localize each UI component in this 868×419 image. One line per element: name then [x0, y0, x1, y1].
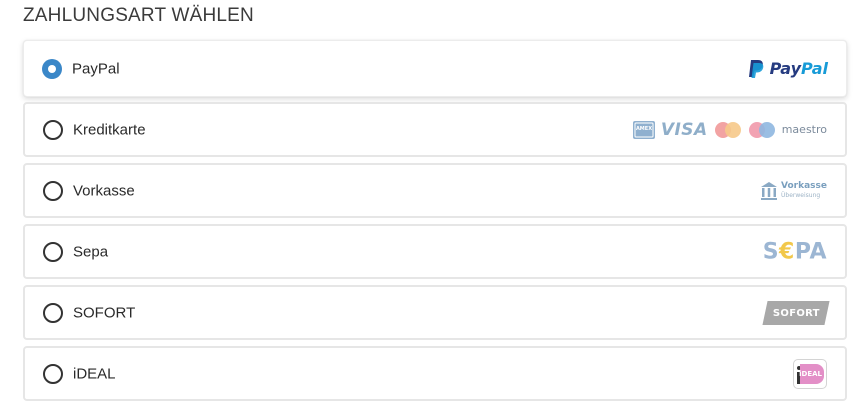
section-title: ZAHLUNGSART WÄHLEN — [23, 5, 254, 26]
sofort-badge: SOFORT — [762, 300, 830, 325]
payment-method-section: ZAHLUNGSART WÄHLEN PayPal PayPal Kreditk… — [0, 0, 868, 419]
payment-option-label: Kreditkarte — [73, 121, 146, 138]
radio-paypal[interactable] — [42, 58, 62, 79]
payment-option-ideal[interactable]: iDEAL iDEAL — [23, 346, 847, 401]
paypal-wordmark-pay: Pay — [769, 59, 802, 78]
paypal-logo: PayPal — [748, 59, 828, 79]
vorkasse-wordmark-sub: Überweisung — [781, 191, 821, 199]
radio-sepa[interactable] — [43, 241, 63, 262]
maestro-wordmark: maestro — [781, 123, 827, 136]
vorkasse-wordmark-main: Vorkasse — [781, 180, 827, 191]
vorkasse-logo: Vorkasse Überweisung — [760, 181, 827, 201]
payment-option-label: SOFORT — [73, 304, 136, 321]
sepa-logo: S€PA — [763, 239, 827, 264]
payment-option-sofort[interactable]: SOFORT SOFORT — [23, 285, 847, 340]
radio-ideal[interactable] — [43, 363, 63, 384]
credit-card-logos: AMEX VISA maestro — [632, 119, 827, 140]
sepa-letters-pa: PA — [794, 239, 827, 264]
payment-option-kreditkarte[interactable]: Kreditkarte AMEX VISA maestro — [23, 102, 847, 157]
visa-icon: VISA — [660, 119, 708, 140]
amex-icon: AMEX — [632, 120, 655, 139]
radio-sofort[interactable] — [43, 302, 63, 323]
mastercard-icon — [714, 121, 741, 138]
payment-option-sepa[interactable]: Sepa S€PA — [23, 224, 847, 279]
payment-option-label: Sepa — [73, 243, 109, 260]
sepa-euro-sign: € — [779, 239, 795, 264]
paypal-wordmark: PayPal — [770, 59, 828, 78]
payment-option-vorkasse[interactable]: Vorkasse Vorkasse Überweisung — [23, 163, 847, 218]
payment-option-label: Vorkasse — [73, 182, 135, 199]
maestro-icon — [748, 121, 775, 138]
sepa-letter-s: S — [762, 239, 780, 264]
ideal-badge: iDEAL — [793, 358, 827, 389]
payment-option-label: PayPal — [72, 60, 120, 77]
ideal-logo: iDEAL — [793, 358, 827, 389]
payment-method-list: PayPal PayPal Kreditkarte AMEX VISA maes… — [23, 40, 847, 407]
sepa-wordmark: S€PA — [763, 239, 827, 264]
ideal-wordmark: iDEAL — [799, 369, 822, 378]
bank-icon — [761, 181, 778, 200]
paypal-wordmark-pal: Pal — [801, 59, 828, 78]
radio-kreditkarte[interactable] — [43, 119, 63, 140]
ideal-shape: iDEAL — [799, 363, 824, 384]
payment-option-paypal[interactable]: PayPal PayPal — [23, 40, 847, 97]
sofort-logo: SOFORT — [762, 300, 830, 325]
amex-text: AMEX — [636, 126, 652, 132]
sofort-wordmark: SOFORT — [772, 307, 820, 318]
vorkasse-wordmark: Vorkasse Überweisung — [781, 180, 827, 200]
paypal-icon — [748, 59, 763, 78]
radio-vorkasse[interactable] — [43, 180, 63, 201]
payment-option-label: iDEAL — [73, 365, 116, 382]
